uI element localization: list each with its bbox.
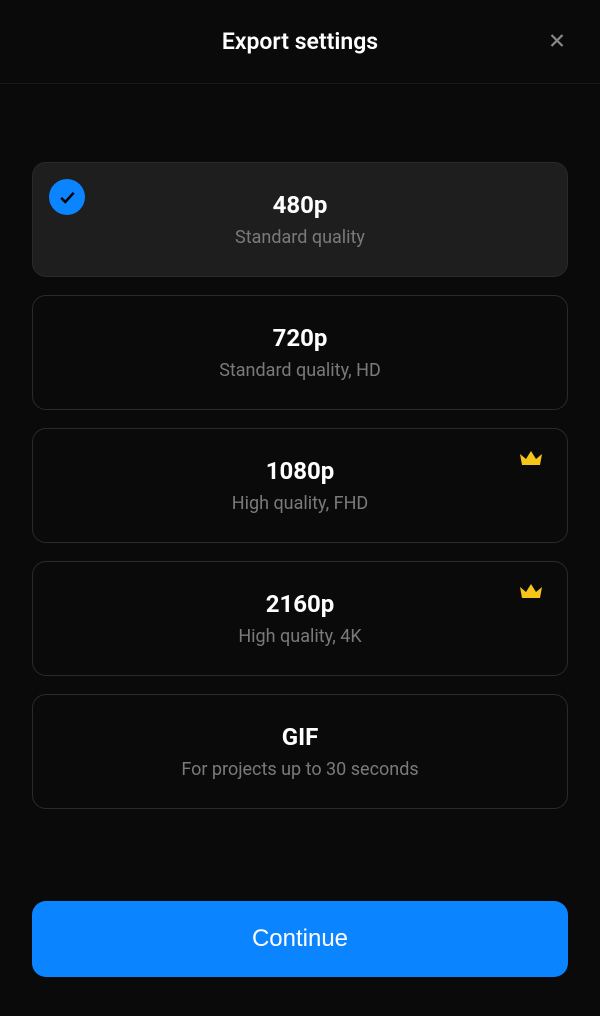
option-subtitle: High quality, 4K [238,626,361,647]
premium-badge [519,582,543,606]
selected-badge [49,179,85,215]
continue-button[interactable]: Continue [32,901,568,977]
crown-icon [519,582,543,602]
option-2160p[interactable]: 2160p High quality, 4K [32,561,568,676]
option-720p[interactable]: 720p Standard quality, HD [32,295,568,410]
option-gif[interactable]: GIF For projects up to 30 seconds [32,694,568,809]
premium-badge [519,449,543,473]
check-icon [57,187,77,207]
option-1080p[interactable]: 1080p High quality, FHD [32,428,568,543]
option-480p[interactable]: 480p Standard quality [32,162,568,277]
modal-header: Export settings [0,0,600,84]
option-title: 480p [273,191,328,219]
option-subtitle: For projects up to 30 seconds [181,759,418,780]
option-title: 720p [273,324,328,352]
option-subtitle: High quality, FHD [232,493,368,514]
close-icon [546,29,568,51]
option-title: GIF [282,723,319,751]
close-button[interactable] [542,25,572,58]
options-list: 480p Standard quality 720p Standard qual… [0,84,600,841]
option-title: 2160p [266,590,335,618]
crown-icon [519,449,543,469]
option-title: 1080p [266,457,335,485]
option-subtitle: Standard quality, HD [219,360,381,381]
page-title: Export settings [222,28,378,55]
option-subtitle: Standard quality [235,227,365,248]
